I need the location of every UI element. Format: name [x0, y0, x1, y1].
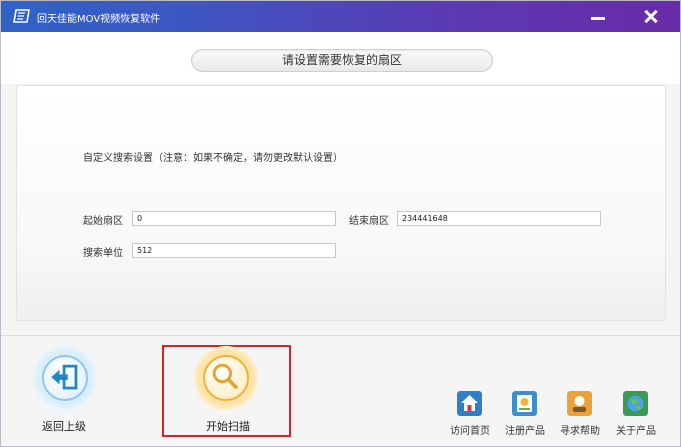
scan-button-face: [203, 355, 249, 401]
footer-link-home[interactable]: 访问首页: [444, 391, 496, 437]
end-sector-label: 结束扇区: [349, 216, 389, 227]
start-scan-button[interactable]: [194, 346, 258, 410]
footer-link-label: 关于产品: [616, 426, 656, 437]
divider: [1, 335, 680, 336]
custom-search-hint: 自定义搜索设置（注意：如果不确定，请勿更改默认设置）: [83, 153, 343, 164]
app-logo-icon: [13, 9, 30, 23]
start-scan-label: 开始扫描: [206, 420, 250, 433]
minimize-button[interactable]: [585, 4, 611, 29]
help-icon: [567, 391, 592, 416]
start-sector-input[interactable]: [132, 211, 336, 226]
globe-icon: [623, 391, 648, 416]
footer-link-label: 寻求帮助: [560, 426, 600, 437]
end-sector-input[interactable]: [397, 211, 601, 226]
register-icon: [512, 391, 537, 416]
page-heading: 请设置需要恢复的扇区: [191, 49, 493, 72]
search-unit-label: 搜索单位: [83, 248, 123, 259]
home-icon: [457, 391, 482, 416]
back-button-face: [42, 355, 88, 401]
magnifier-icon: [212, 363, 238, 389]
footer-link-about[interactable]: 关于产品: [610, 391, 662, 437]
back-button-label: 返回上级: [42, 420, 86, 433]
close-button[interactable]: [638, 4, 664, 29]
exit-door-icon: [51, 364, 78, 390]
start-sector-label: 起始扇区: [83, 216, 123, 227]
settings-panel: [16, 85, 666, 321]
footer-link-register[interactable]: 注册产品: [499, 391, 551, 437]
title-bar[interactable]: 回天佳能MOV视频恢复软件: [1, 1, 680, 32]
window-title: 回天佳能MOV视频恢复软件: [37, 14, 161, 25]
footer-link-label: 注册产品: [505, 426, 545, 437]
footer-link-help[interactable]: 寻求帮助: [554, 391, 606, 437]
footer-link-label: 访问首页: [450, 426, 490, 437]
back-button[interactable]: [33, 346, 97, 410]
search-unit-input[interactable]: [132, 243, 336, 258]
app-window: 回天佳能MOV视频恢复软件 请设置需要恢复的扇区 自定义搜索设置（注意：如果不确…: [0, 0, 681, 447]
